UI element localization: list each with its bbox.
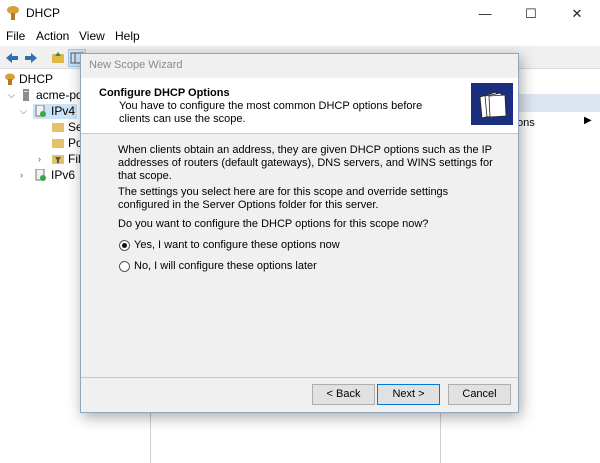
- chevron-right-icon[interactable]: ›: [38, 152, 41, 167]
- tree-label: Fil: [68, 152, 81, 166]
- dhcp-node-icon: [5, 73, 15, 85]
- radio-yes-label[interactable]: Yes, I want to configure these options n…: [134, 239, 340, 251]
- options-folder-icon: [52, 123, 64, 132]
- forward-arrow-icon[interactable]: [22, 49, 40, 67]
- wizard-step-title: Configure DHCP Options: [99, 87, 230, 99]
- chevron-down-icon[interactable]: ⌵: [20, 104, 27, 119]
- window-title: DHCP: [26, 6, 61, 20]
- dialog-title: New Scope Wizard: [89, 59, 183, 71]
- tree-label: IPv6: [51, 168, 76, 182]
- title-bar: DHCP — ☐ ✕: [0, 0, 600, 27]
- menu-bar: File Action View Help: [0, 27, 600, 46]
- tree-label: DHCP: [19, 72, 54, 86]
- wizard-folder-icon: [471, 83, 513, 125]
- radio-no[interactable]: [119, 261, 130, 272]
- chevron-right-icon[interactable]: ›: [20, 168, 23, 183]
- menu-help[interactable]: Help: [115, 29, 140, 43]
- dhcp-app-icon: [7, 6, 19, 20]
- info-paragraph-2: The settings you select here are for thi…: [118, 186, 449, 211]
- next-button[interactable]: Next >: [377, 384, 440, 405]
- chevron-down-icon[interactable]: ⌵: [8, 88, 15, 103]
- question-text: Do you want to configure the DHCP option…: [118, 218, 429, 230]
- more-actions-link[interactable]: ons: [517, 117, 535, 129]
- maximize-button[interactable]: ☐: [508, 0, 554, 27]
- close-button[interactable]: ✕: [554, 0, 600, 27]
- cancel-button[interactable]: Cancel: [448, 384, 511, 405]
- tree-label: IPv4: [51, 104, 76, 118]
- chevron-right-icon[interactable]: ▶: [584, 115, 592, 126]
- radio-yes[interactable]: [119, 240, 130, 251]
- button-separator: [81, 377, 518, 378]
- radio-selected-dot: [122, 243, 127, 248]
- tree-node-ipv4[interactable]: ⌵ IPv4: [20, 104, 80, 119]
- policies-folder-icon: [52, 139, 64, 148]
- back-button[interactable]: < Back: [312, 384, 375, 405]
- back-arrow-icon[interactable]: [3, 49, 21, 67]
- ipv6-icon: [35, 169, 46, 181]
- radio-no-label[interactable]: No, I will configure these options later: [134, 260, 317, 272]
- menu-file[interactable]: File: [6, 29, 25, 43]
- wizard-header: Configure DHCP Options You have to confi…: [81, 78, 518, 134]
- new-scope-wizard-dialog: New Scope Wizard Configure DHCP Options …: [80, 53, 519, 413]
- server-icon: [23, 89, 29, 101]
- wizard-step-description: You have to configure the most common DH…: [119, 100, 423, 125]
- menu-view[interactable]: View: [79, 29, 105, 43]
- ipv4-icon: [35, 105, 46, 117]
- info-paragraph-1: When clients obtain an address, they are…: [118, 144, 493, 182]
- up-folder-icon[interactable]: [49, 49, 67, 67]
- minimize-button[interactable]: —: [462, 0, 508, 27]
- menu-action[interactable]: Action: [36, 29, 69, 43]
- filter-folder-icon: [52, 155, 64, 164]
